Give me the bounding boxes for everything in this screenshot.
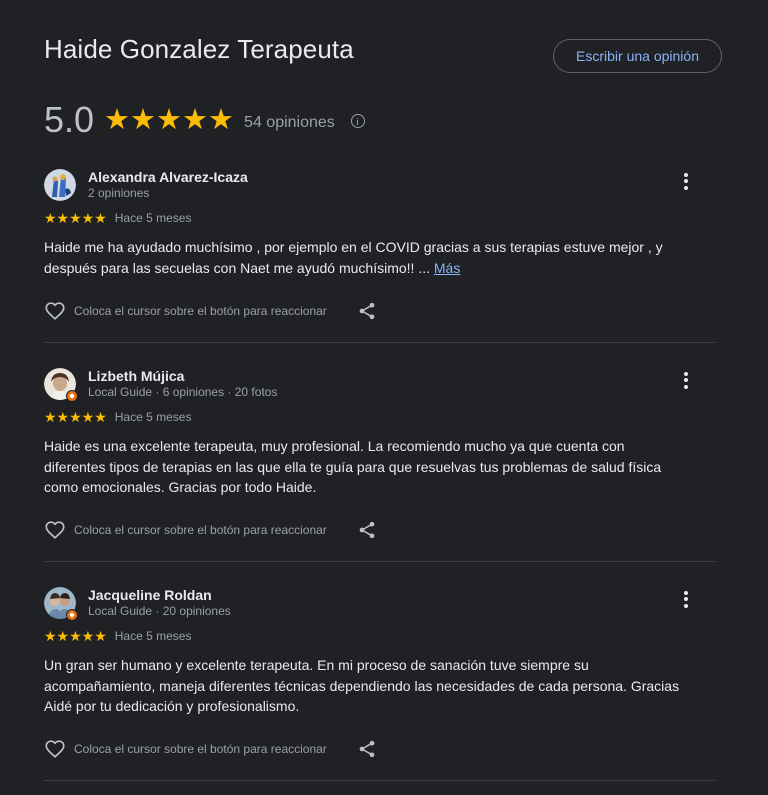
review-date: Hace 5 meses bbox=[114, 211, 192, 225]
review-text: Haide es una excelente terapeuta, muy pr… bbox=[44, 436, 684, 498]
review-body: Haide es una excelente terapeuta, muy pr… bbox=[44, 438, 662, 495]
heart-icon[interactable] bbox=[44, 738, 66, 760]
review-date: Hace 5 meses bbox=[114, 410, 192, 424]
share-icon[interactable] bbox=[357, 520, 377, 540]
reaction-hint: Coloca el cursor sobre el botón para rea… bbox=[74, 523, 327, 537]
avatar[interactable] bbox=[44, 587, 78, 621]
more-options-icon[interactable] bbox=[674, 587, 698, 611]
avatar[interactable] bbox=[44, 368, 78, 402]
review-count[interactable]: 54 opiniones bbox=[244, 114, 335, 132]
reviewer-meta: 2 opiniones bbox=[88, 186, 150, 200]
reviewer-name[interactable]: Lizbeth Mújica bbox=[88, 368, 184, 384]
rating-summary: 5.0 ★★★★★ 54 opiniones bbox=[44, 98, 365, 142]
local-guide-badge-icon bbox=[66, 390, 78, 402]
more-link[interactable]: Más bbox=[434, 260, 460, 276]
review-stars: ★★★★★ bbox=[44, 210, 107, 226]
review-rating: ★★★★★ Hace 5 meses bbox=[44, 410, 191, 424]
review-text: Haide me ha ayudado muchísimo , por ejem… bbox=[44, 237, 684, 278]
share-icon[interactable] bbox=[357, 739, 377, 759]
review-date: Hace 5 meses bbox=[114, 629, 192, 643]
reviewer-meta: Local Guide · 20 opiniones bbox=[88, 604, 231, 618]
more-options-icon[interactable] bbox=[674, 169, 698, 193]
review-rating: ★★★★★ Hace 5 meses bbox=[44, 629, 191, 643]
rating-stars: ★★★★★ bbox=[104, 103, 235, 136]
heart-icon[interactable] bbox=[44, 519, 66, 541]
reaction-hint: Coloca el cursor sobre el botón para rea… bbox=[74, 742, 327, 756]
reaction-row: Coloca el cursor sobre el botón para rea… bbox=[44, 738, 377, 760]
rating-value: 5.0 bbox=[44, 99, 95, 140]
write-review-button[interactable]: Escribir una opinión bbox=[553, 39, 722, 73]
reaction-row: Coloca el cursor sobre el botón para rea… bbox=[44, 519, 377, 541]
share-icon[interactable] bbox=[357, 301, 377, 321]
reviews-panel: Haide Gonzalez Terapeuta Escribir una op… bbox=[0, 0, 768, 795]
divider bbox=[44, 780, 715, 781]
review-text: Un gran ser humano y excelente terapeuta… bbox=[44, 655, 684, 717]
local-guide-badge-icon bbox=[66, 609, 78, 621]
reaction-row: Coloca el cursor sobre el botón para rea… bbox=[44, 300, 377, 322]
reviewer-name[interactable]: Alexandra Alvarez-Icaza bbox=[88, 169, 248, 185]
review-body: Haide me ha ayudado muchísimo , por ejem… bbox=[44, 239, 663, 276]
page-title: Haide Gonzalez Terapeuta bbox=[44, 34, 354, 64]
reviewer-name[interactable]: Jacqueline Roldan bbox=[88, 587, 212, 603]
review-body: Un gran ser humano y excelente terapeuta… bbox=[44, 657, 680, 714]
avatar[interactable] bbox=[44, 169, 76, 201]
more-options-icon[interactable] bbox=[674, 368, 698, 392]
heart-icon[interactable] bbox=[44, 300, 66, 322]
divider bbox=[44, 561, 715, 562]
reviewer-meta: Local Guide · 6 opiniones · 20 fotos bbox=[88, 385, 278, 399]
divider bbox=[44, 342, 715, 343]
review-stars: ★★★★★ bbox=[44, 409, 107, 425]
review-stars: ★★★★★ bbox=[44, 628, 107, 644]
info-icon[interactable] bbox=[350, 114, 365, 128]
reaction-hint: Coloca el cursor sobre el botón para rea… bbox=[74, 304, 327, 318]
review-rating: ★★★★★ Hace 5 meses bbox=[44, 211, 191, 225]
